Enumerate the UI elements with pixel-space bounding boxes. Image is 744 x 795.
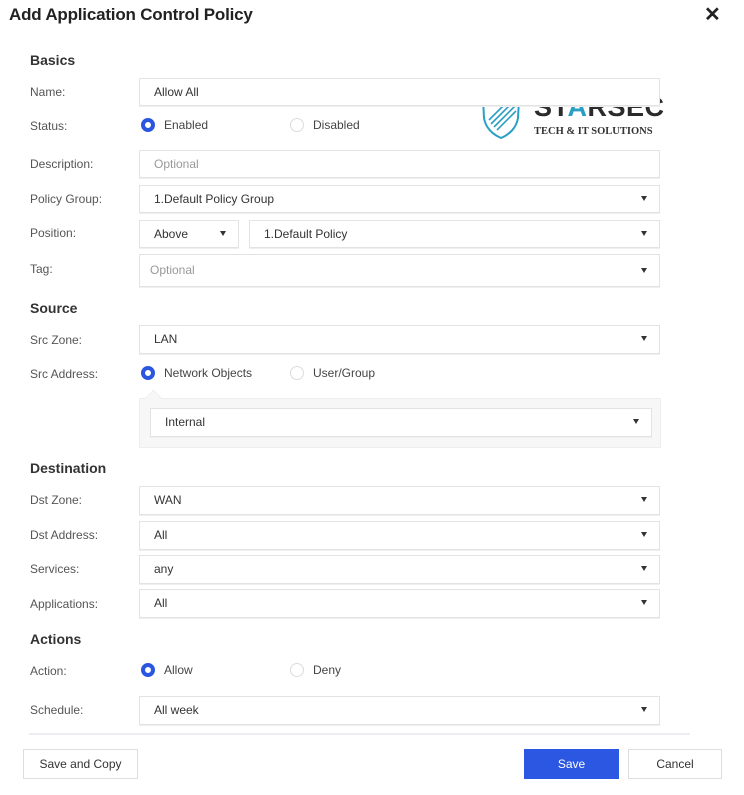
- radio-selected-icon: [141, 118, 155, 132]
- section-source: Source: [30, 300, 78, 316]
- applications-select[interactable]: All: [139, 589, 660, 618]
- description-input[interactable]: Optional: [139, 150, 660, 178]
- position-relation-value: Above: [154, 227, 189, 241]
- radio-unselected-icon: [290, 663, 304, 677]
- chevron-down-icon: [220, 231, 226, 236]
- cancel-button[interactable]: Cancel: [628, 749, 722, 779]
- footer-divider: [29, 733, 690, 735]
- chevron-down-icon: [641, 336, 647, 341]
- src-address-select[interactable]: Internal: [150, 408, 652, 437]
- radio-label: Allow: [164, 663, 193, 677]
- src-address-value: Internal: [165, 415, 206, 429]
- radio-label: User/Group: [313, 366, 376, 380]
- name-label: Name:: [30, 85, 66, 99]
- dst-zone-select[interactable]: WAN: [139, 486, 660, 515]
- chevron-down-icon: [641, 231, 647, 236]
- services-label: Services:: [30, 562, 80, 576]
- chevron-down-icon: [641, 196, 647, 201]
- chevron-down-icon: [641, 566, 647, 571]
- radio-label: Network Objects: [164, 366, 253, 380]
- position-relation-select[interactable]: Above: [139, 220, 239, 248]
- dst-address-value: All: [154, 528, 168, 542]
- schedule-label: Schedule:: [30, 703, 84, 717]
- chevron-down-icon: [641, 532, 647, 537]
- status-disabled-radio[interactable]: Disabled: [290, 118, 360, 132]
- schedule-select[interactable]: All week: [139, 696, 660, 725]
- tag-label: Tag:: [30, 262, 53, 276]
- services-value: any: [154, 562, 174, 576]
- action-allow-radio[interactable]: Allow: [141, 663, 193, 677]
- tag-placeholder: Optional: [150, 263, 195, 277]
- src-zone-label: Src Zone:: [30, 333, 83, 347]
- action-label: Action:: [30, 664, 67, 678]
- position-policy-value: 1.Default Policy: [264, 227, 348, 241]
- position-label: Position:: [30, 226, 77, 240]
- policy-group-label: Policy Group:: [30, 192, 103, 206]
- radio-label: Enabled: [164, 118, 209, 132]
- policy-group-select[interactable]: 1.Default Policy Group: [139, 185, 660, 213]
- chevron-down-icon: [641, 497, 647, 502]
- description-label: Description:: [30, 157, 94, 171]
- src-address-label: Src Address:: [30, 367, 99, 381]
- chevron-down-icon: [641, 600, 647, 605]
- tag-select[interactable]: Optional: [139, 254, 660, 287]
- radio-selected-icon: [141, 366, 155, 380]
- schedule-value: All week: [154, 703, 199, 717]
- src-user-group-radio[interactable]: User/Group: [290, 366, 375, 380]
- chevron-down-icon: [641, 268, 647, 273]
- src-network-objects-radio[interactable]: Network Objects: [141, 366, 252, 380]
- chevron-down-icon: [641, 707, 647, 712]
- policy-group-value: 1.Default Policy Group: [154, 192, 275, 206]
- name-value: Allow All: [154, 85, 199, 99]
- action-deny-radio[interactable]: Deny: [290, 663, 341, 677]
- radio-label: Deny: [313, 663, 342, 677]
- radio-label: Disabled: [313, 118, 360, 132]
- dst-address-label: Dst Address:: [30, 528, 99, 542]
- section-basics: Basics: [30, 52, 76, 68]
- save-and-copy-button[interactable]: Save and Copy: [23, 749, 138, 779]
- section-actions: Actions: [30, 631, 82, 647]
- close-icon[interactable]: ✕: [704, 4, 721, 26]
- radio-unselected-icon: [290, 118, 304, 132]
- dst-address-select[interactable]: All: [139, 521, 660, 550]
- status-enabled-radio[interactable]: Enabled: [141, 118, 208, 132]
- applications-label: Applications:: [30, 597, 99, 611]
- src-zone-value: LAN: [154, 332, 178, 346]
- name-input[interactable]: Allow All: [139, 78, 660, 106]
- services-select[interactable]: any: [139, 555, 660, 584]
- dst-zone-value: WAN: [154, 493, 182, 507]
- description-placeholder: Optional: [154, 157, 199, 171]
- status-label: Status:: [30, 119, 68, 133]
- radio-unselected-icon: [290, 366, 304, 380]
- section-destination: Destination: [30, 460, 107, 476]
- dst-zone-label: Dst Zone:: [30, 493, 83, 507]
- chevron-down-icon: [633, 419, 639, 424]
- radio-selected-icon: [141, 663, 155, 677]
- position-policy-select[interactable]: 1.Default Policy: [249, 220, 660, 248]
- applications-value: All: [154, 596, 168, 610]
- src-zone-select[interactable]: LAN: [139, 325, 660, 354]
- watermark-tagline: TECH & IT SOLUTIONS: [534, 126, 653, 137]
- dialog-title: Add Application Control Policy: [9, 5, 253, 24]
- save-button[interactable]: Save: [524, 749, 619, 779]
